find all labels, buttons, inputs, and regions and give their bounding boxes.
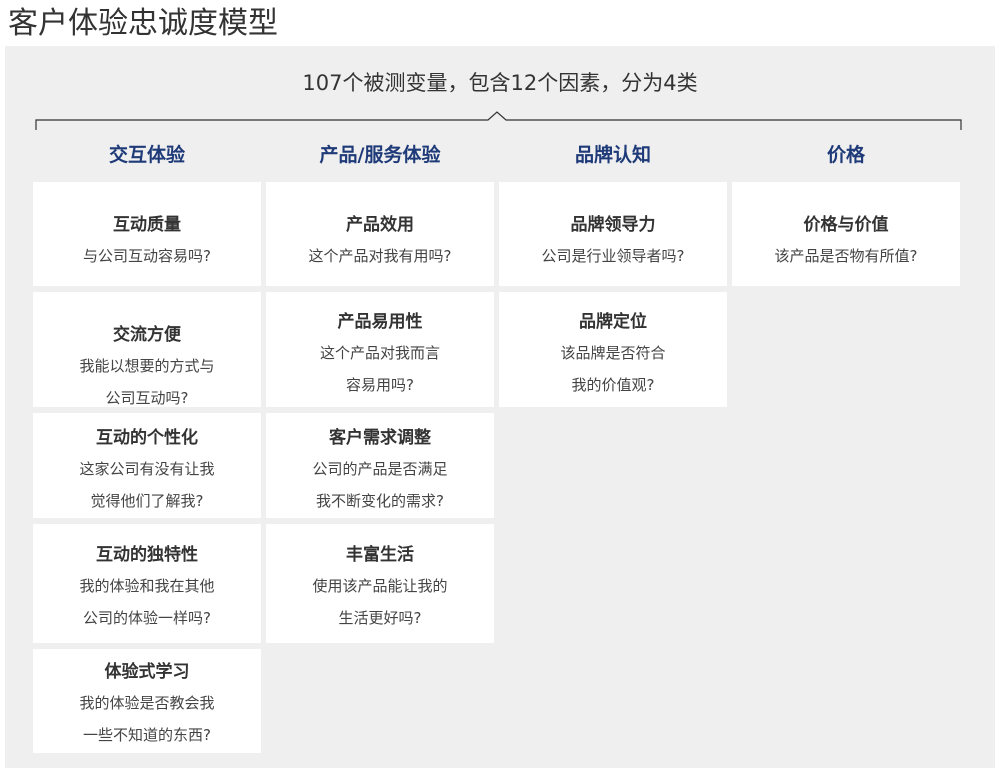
category-header-interaction: 交互体验 bbox=[108, 144, 185, 166]
factor-title: 丰富生活 bbox=[346, 545, 414, 565]
factor-card: 产品易用性 这个产品对我而言 容易用吗? bbox=[266, 292, 494, 407]
factor-title: 产品易用性 bbox=[337, 312, 423, 332]
factor-question: 公司是行业领导者吗? bbox=[541, 247, 685, 265]
category-bracket bbox=[35, 111, 962, 130]
factor-question: 该产品是否物有所值? bbox=[774, 247, 918, 265]
category-header-brand: 品牌认知 bbox=[574, 144, 651, 166]
factor-card: 互动的个性化 这家公司有没有让我 觉得他们了解我? bbox=[33, 413, 261, 518]
factor-question: 该品牌是否符合 我的价值观? bbox=[560, 344, 666, 394]
factor-card: 互动的独特性 我的体验和我在其他 公司的体验一样吗? bbox=[33, 524, 261, 643]
factor-title: 客户需求调整 bbox=[329, 428, 431, 448]
factor-card: 品牌定位 该品牌是否符合 我的价值观? bbox=[499, 292, 727, 407]
factor-question: 我能以想要的方式与 公司互动吗? bbox=[79, 357, 215, 407]
factor-title: 互动的个性化 bbox=[96, 428, 198, 448]
factor-question: 这家公司有没有让我 觉得他们了解我? bbox=[79, 460, 215, 510]
factor-question: 我的体验是否教会我 一些不知道的东西? bbox=[79, 694, 215, 744]
category-header-price: 价格 bbox=[826, 144, 865, 166]
factor-title: 价格与价值 bbox=[803, 215, 889, 235]
factor-title: 产品效用 bbox=[346, 215, 414, 235]
factor-card: 丰富生活 使用该产品能让我的 生活更好吗? bbox=[266, 524, 494, 643]
category-header-product: 产品/服务体验 bbox=[319, 144, 441, 166]
factor-question: 这个产品对我而言 容易用吗? bbox=[319, 344, 440, 394]
factor-card: 互动质量 与公司互动容易吗? bbox=[33, 182, 261, 286]
factor-title: 互动质量 bbox=[113, 215, 181, 235]
factor-card: 交流方便 我能以想要的方式与 公司互动吗? bbox=[33, 292, 261, 407]
factor-card: 品牌领导力 公司是行业领导者吗? bbox=[499, 182, 727, 286]
factor-card: 价格与价值 该产品是否物有所值? bbox=[732, 182, 960, 286]
page-title: 客户体验忠诚度模型 bbox=[8, 6, 278, 41]
factor-title: 互动的独特性 bbox=[96, 545, 198, 565]
factor-card: 客户需求调整 公司的产品是否满足 我不断变化的需求? bbox=[266, 413, 494, 518]
model-subtitle: 107个被测变量，包含12个因素，分为4类 bbox=[302, 71, 698, 95]
factor-title: 品牌领导力 bbox=[570, 215, 656, 235]
factor-card: 体验式学习 我的体验是否教会我 一些不知道的东西? bbox=[33, 649, 261, 753]
factor-question: 与公司互动容易吗? bbox=[83, 247, 211, 265]
factor-question: 公司的产品是否满足 我不断变化的需求? bbox=[312, 460, 448, 510]
factor-title: 品牌定位 bbox=[579, 312, 647, 332]
factor-question: 我的体验和我在其他 公司的体验一样吗? bbox=[79, 577, 215, 627]
factor-question: 这个产品对我有用吗? bbox=[308, 247, 452, 265]
factor-question: 使用该产品能让我的 生活更好吗? bbox=[312, 577, 448, 627]
factor-card: 产品效用 这个产品对我有用吗? bbox=[266, 182, 494, 286]
factor-title: 交流方便 bbox=[113, 325, 181, 345]
factor-title: 体验式学习 bbox=[104, 662, 190, 682]
